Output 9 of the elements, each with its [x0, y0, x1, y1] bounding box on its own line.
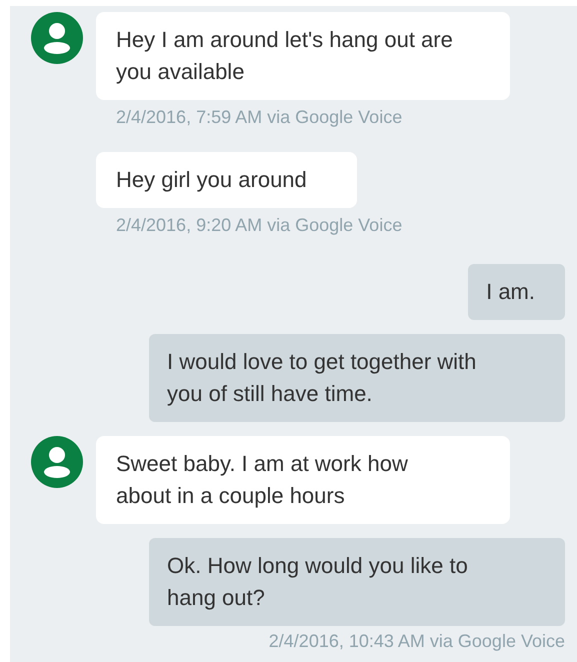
outgoing-message-bubble: Ok. How long would you like to hang out? — [149, 538, 565, 626]
incoming-message-bubble: Sweet baby. I am at work how about in a couple hours — [96, 436, 510, 524]
message-timestamp: 2/4/2016, 7:59 AM via Google Voice — [115, 106, 402, 128]
outgoing-message-bubble: I am. — [468, 264, 565, 320]
message-timestamp: 2/4/2016, 9:20 AM via Google Voice — [115, 214, 402, 236]
incoming-message-bubble: Hey girl you around — [96, 152, 357, 208]
incoming-message-bubble: Hey I am around let's hang out are you available — [96, 12, 510, 100]
message-timestamp: 2/4/2016, 10:43 AM via Google Voice — [268, 630, 565, 652]
outgoing-message-bubble: I would love to get together with you of still have time. — [149, 334, 565, 422]
